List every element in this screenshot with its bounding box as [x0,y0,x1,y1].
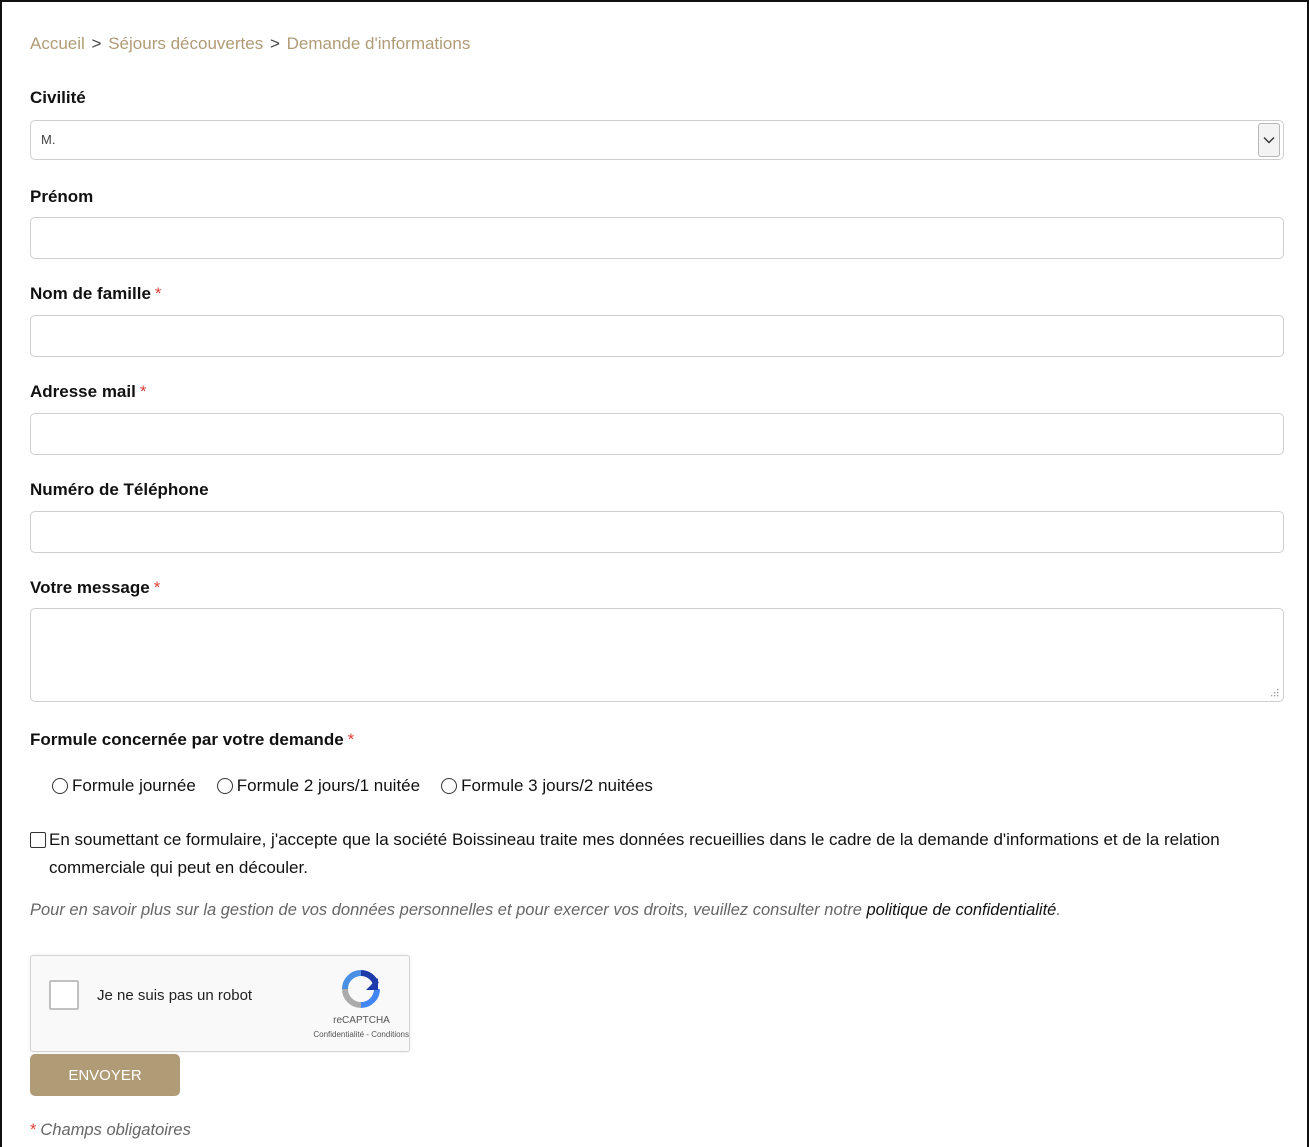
privacy-text: Pour en savoir plus sur la gestion de vo… [30,901,862,919]
required-asterisk: * [153,578,161,597]
privacy-end: . [1056,901,1061,919]
nom-label: Nom de famille * [30,284,162,304]
breadcrumb-separator: > [269,34,280,53]
required-asterisk: * [139,382,147,401]
telephone-label: Numéro de Téléphone [30,480,209,500]
required-asterisk: * [30,1121,37,1139]
formule-label-text: Formule concernée par votre demande [30,730,344,749]
breadcrumb-home-link[interactable]: Accueil [30,34,85,53]
civilite-label-text: Civilité [30,88,86,107]
breadcrumb-sejours-link[interactable]: Séjours découvertes [108,34,263,53]
nom-label-text: Nom de famille [30,284,151,303]
message-label: Votre message * [30,578,160,598]
prenom-input[interactable] [30,217,1284,259]
recaptcha-widget: Je ne suis pas un robot reCAPTCHA Confid… [30,955,410,1052]
radio-option-3-jours[interactable]: Formule 3 jours/2 nuitées [441,776,653,796]
message-label-text: Votre message [30,578,150,597]
consent-row: En soumettant ce formulaire, j'accepte q… [30,826,1280,882]
breadcrumb-separator: > [91,34,102,53]
recaptcha-checkbox[interactable] [49,980,79,1010]
formule-radio-group: Formule journée Formule 2 jours/1 nuitée… [52,776,674,796]
radio-button[interactable] [52,778,68,794]
privacy-notice: Pour en savoir plus sur la gestion de vo… [30,901,1061,920]
radio-label[interactable]: Formule journée [72,776,196,796]
required-asterisk: * [347,730,355,749]
required-fields-note: * Champs obligatoires [30,1121,191,1140]
consent-checkbox[interactable] [30,832,46,848]
telephone-input[interactable] [30,511,1284,553]
formule-label: Formule concernée par votre demande * [30,730,354,750]
recaptcha-logo-icon [342,970,380,1008]
recaptcha-terms-sep: - [366,1030,369,1039]
radio-label[interactable]: Formule 3 jours/2 nuitées [461,776,653,796]
message-textarea[interactable] [30,608,1284,702]
telephone-label-text: Numéro de Téléphone [30,480,209,499]
recaptcha-privacy-link[interactable]: Confidentialité [313,1030,364,1039]
civilite-label: Civilité [30,88,86,108]
consent-text[interactable]: En soumettant ce formulaire, j'accepte q… [49,826,1280,882]
submit-button[interactable]: ENVOYER [30,1054,180,1096]
prenom-label-text: Prénom [30,187,94,206]
civilite-selected-value: M. [41,132,56,147]
email-label-text: Adresse mail [30,382,136,401]
recaptcha-brand: reCAPTCHA [333,1015,390,1026]
nom-input[interactable] [30,315,1284,357]
civilite-select[interactable]: M. [30,120,1284,160]
radio-label[interactable]: Formule 2 jours/1 nuitée [237,776,420,796]
required-asterisk: * [154,284,162,303]
recaptcha-terms: Confidentialité - Conditions [293,1030,409,1039]
resize-grip-icon[interactable] [1270,688,1279,697]
breadcrumb-current: Demande d'informations [286,34,471,53]
radio-option-2-jours[interactable]: Formule 2 jours/1 nuitée [216,776,420,796]
email-label: Adresse mail * [30,382,146,402]
breadcrumb: Accueil > Séjours découvertes > Demande … [30,34,470,54]
radio-option-journee[interactable]: Formule journée [52,776,196,796]
email-input[interactable] [30,413,1284,455]
prenom-label: Prénom [30,187,93,207]
recaptcha-label: Je ne suis pas un robot [97,987,253,1004]
required-note-text: Champs obligatoires [40,1121,191,1139]
recaptcha-conditions-link[interactable]: Conditions [371,1030,409,1039]
radio-button[interactable] [441,778,458,794]
chevron-down-icon[interactable] [1258,123,1280,157]
privacy-policy-link[interactable]: politique de confidentialité [866,901,1056,919]
radio-button[interactable] [216,778,233,794]
